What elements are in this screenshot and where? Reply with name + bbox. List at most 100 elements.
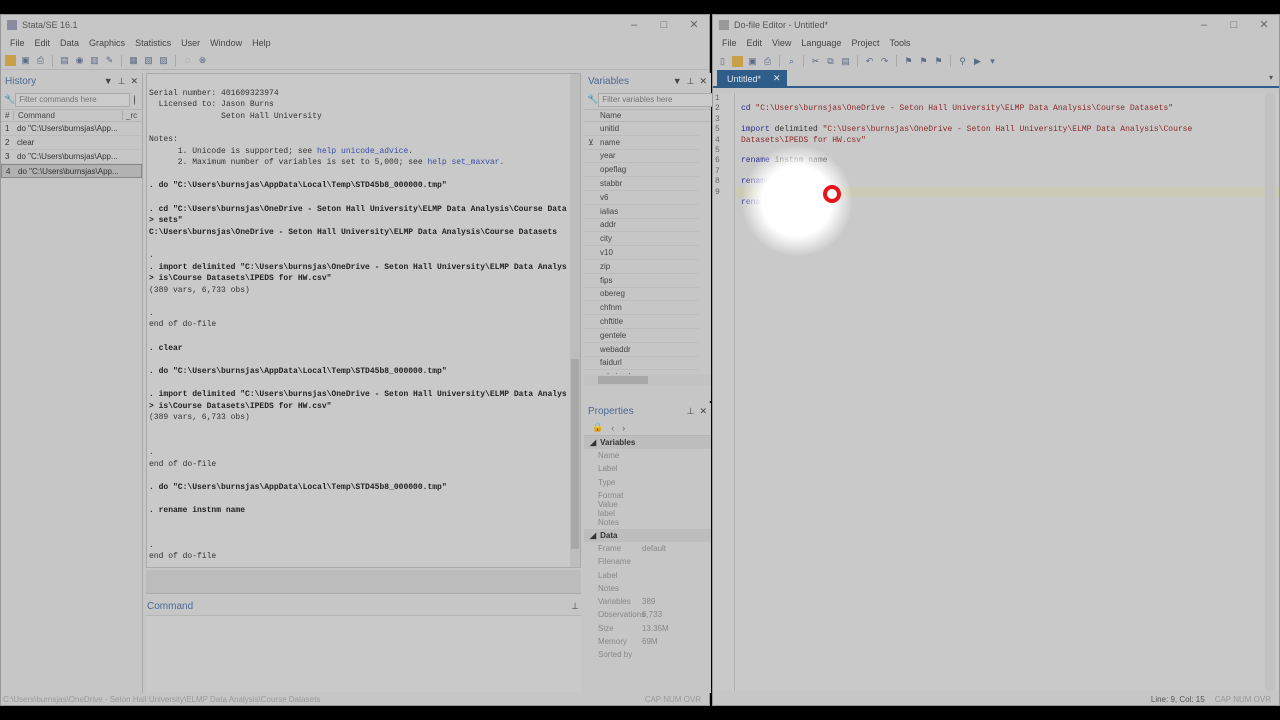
cut-icon[interactable]: ✂ — [810, 56, 821, 67]
copy-icon[interactable]: ⧉ — [825, 56, 836, 67]
minimize-button[interactable]: – — [619, 15, 649, 34]
history-row[interactable]: 1 do "C:\Users\burnsjas\App... — [1, 122, 142, 136]
code-text[interactable]: cd "C:\Users\burnsjas\OneDrive - Seton H… — [741, 94, 1279, 229]
tab-untitled[interactable]: Untitled* ✕ — [717, 70, 787, 86]
new-icon[interactable]: ▯ — [717, 56, 728, 67]
section-data[interactable]: ◢ Data — [584, 528, 711, 542]
next-bookmark-icon[interactable]: ⚑ — [933, 56, 944, 67]
variable-row[interactable]: fips — [584, 274, 699, 288]
toggle-bookmark-icon[interactable]: ⚑ — [903, 56, 914, 67]
info-icon[interactable] — [134, 94, 135, 105]
show-file-in-viewer-icon[interactable]: ⚲ — [957, 56, 968, 67]
pin-icon[interactable]: ⊥ — [687, 406, 695, 417]
paste-icon[interactable]: ▤ — [840, 56, 851, 67]
variable-row[interactable]: zip — [584, 260, 699, 274]
variable-row[interactable]: stabbr — [584, 177, 699, 191]
results-scrollbar[interactable] — [570, 74, 580, 567]
menu-tools[interactable]: Tools — [884, 38, 915, 48]
property-row[interactable]: Size 13.35M — [584, 622, 711, 635]
more-icon[interactable]: ◌ — [182, 55, 193, 66]
menu-view[interactable]: View — [767, 38, 796, 48]
lock-icon[interactable]: 🔒 — [592, 422, 603, 433]
minimize-button[interactable]: – — [1189, 15, 1219, 34]
menu-file[interactable]: File — [717, 38, 742, 48]
history-row[interactable]: 2 clear — [1, 136, 142, 150]
find-icon[interactable]: ⌕ — [786, 56, 797, 67]
property-row[interactable]: Value label — [584, 500, 711, 518]
close-icon[interactable]: ✕ — [699, 406, 707, 417]
variable-row[interactable]: chftitle — [584, 315, 699, 329]
close-button[interactable]: ✕ — [1249, 15, 1279, 34]
data-browser-icon[interactable]: ▧ — [143, 55, 154, 66]
viewer-icon[interactable]: ◉ — [74, 55, 85, 66]
command-input[interactable] — [146, 615, 581, 692]
property-row[interactable]: Notes — [584, 582, 711, 595]
pin-icon[interactable]: ⊥ — [571, 601, 579, 612]
close-icon[interactable]: ✕ — [699, 76, 707, 87]
variable-row[interactable]: city — [584, 232, 699, 247]
history-filter-input[interactable] — [15, 92, 131, 107]
maximize-button[interactable]: □ — [1219, 15, 1249, 34]
data-editor-icon[interactable]: ▦ — [128, 55, 139, 66]
menu-file[interactable]: File — [5, 38, 30, 48]
variable-row[interactable]: year — [584, 150, 699, 164]
close-button[interactable]: ✕ — [679, 15, 709, 34]
menu-user[interactable]: User — [176, 38, 205, 48]
close-tab-icon[interactable]: ✕ — [773, 73, 781, 84]
menu-project[interactable]: Project — [846, 38, 884, 48]
variable-row[interactable]: unitid — [584, 122, 699, 136]
variables-manager-icon[interactable]: ▨ — [158, 55, 169, 66]
filter-icon[interactable]: ▼ — [673, 76, 682, 87]
property-row[interactable]: Observations 6,733 — [584, 608, 711, 621]
history-row[interactable]: 3 do "C:\Users\burnsjas\App... — [1, 150, 142, 164]
variable-row[interactable]: v10 — [584, 246, 699, 260]
variables-filter-input[interactable] — [598, 92, 714, 107]
maximize-button[interactable]: □ — [649, 15, 679, 34]
menu-data[interactable]: Data — [55, 38, 84, 48]
close-icon[interactable]: ✕ — [130, 76, 138, 87]
menu-graphics[interactable]: Graphics — [84, 38, 130, 48]
log-icon[interactable]: ▤ — [59, 55, 70, 66]
variables-hscrollbar[interactable] — [584, 374, 711, 386]
menu-edit[interactable]: Edit — [30, 38, 56, 48]
property-row[interactable]: Filename — [584, 555, 711, 568]
code-editor[interactable]: 1235456789 cd "C:\Users\burnsjas\OneDriv… — [713, 93, 1279, 691]
execute-icon[interactable]: ▶ — [972, 56, 983, 67]
property-row[interactable]: Variables 389 — [584, 595, 711, 608]
save-icon[interactable]: ▣ — [20, 55, 31, 66]
variable-row[interactable]: obereg — [584, 288, 699, 302]
results-window[interactable]: Serial number: 401609323974 Licensed to:… — [146, 73, 581, 568]
pin-icon[interactable]: ⊥ — [687, 76, 695, 87]
variable-row[interactable]: v6 — [584, 191, 699, 205]
property-row[interactable]: Memory 69M — [584, 635, 711, 648]
menu-window[interactable]: Window — [205, 38, 247, 48]
variable-row[interactable]: gentele — [584, 329, 699, 343]
variable-row[interactable]: ialias — [584, 205, 699, 219]
undo-icon[interactable]: ↶ — [864, 56, 875, 67]
variable-row[interactable]: faidurl — [584, 357, 699, 371]
graph-icon[interactable]: ▥ — [89, 55, 100, 66]
col-command[interactable]: Command — [13, 111, 122, 120]
pin-icon[interactable]: ⊥ — [118, 76, 126, 87]
tab-list-dropdown[interactable]: ▾ — [1269, 73, 1273, 82]
property-row[interactable]: Notes — [584, 515, 711, 528]
save-icon[interactable]: ▣ — [747, 56, 758, 67]
forward-icon[interactable]: › — [622, 423, 625, 433]
property-row[interactable]: Sorted by — [584, 648, 711, 661]
menu-edit[interactable]: Edit — [742, 38, 768, 48]
history-row-selected[interactable]: 4 do "C:\Users\burnsjas\App... — [1, 164, 142, 178]
variable-row[interactable]: ⊻ name — [584, 136, 699, 150]
redo-icon[interactable]: ↷ — [879, 56, 890, 67]
editor-scrollbar[interactable] — [1265, 93, 1275, 691]
section-variables[interactable]: ◢ Variables — [584, 436, 711, 449]
col-rc[interactable]: _rc — [122, 111, 142, 120]
print-icon[interactable]: ⎙ — [35, 55, 46, 66]
variable-row[interactable]: opeflag — [584, 163, 699, 178]
property-row[interactable]: Frame default — [584, 542, 711, 555]
execute-dropdown-icon[interactable]: ▾ — [987, 56, 998, 67]
break-icon[interactable]: ⊗ — [197, 55, 208, 66]
property-row[interactable]: Name — [584, 449, 711, 462]
col-name[interactable]: Name — [584, 109, 711, 122]
help-maxvar-link[interactable]: help set_maxvar — [427, 158, 499, 167]
dofile-editor-icon[interactable]: ✎ — [104, 55, 115, 66]
